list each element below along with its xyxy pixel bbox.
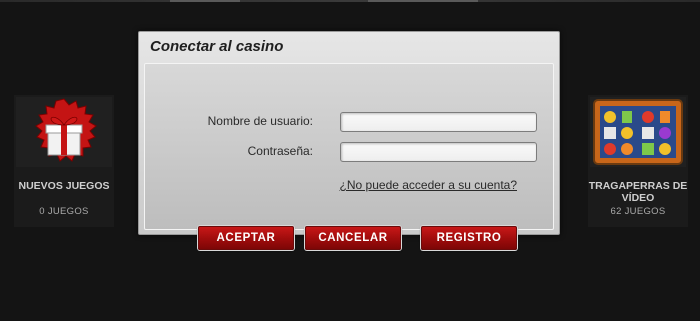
slot-machine-icon (590, 97, 686, 167)
category-tile-new-games[interactable]: NUEVOS JUEGOS 0 JUEGOS (14, 95, 114, 227)
category-name: TRAGAPERRAS DE VÍDEO (588, 180, 688, 204)
category-game-count: 62 JUEGOS (610, 206, 666, 217)
login-dialog: Conectar al casino Nombre de usuario: Co… (138, 31, 560, 250)
banner-highlight (368, 0, 478, 2)
gift-box-icon (16, 97, 112, 167)
category-game-count: 0 JUEGOS (39, 206, 89, 217)
category-tile-video-slots[interactable]: TRAGAPERRAS DE VÍDEO 62 JUEGOS (588, 95, 688, 227)
login-form: Nombre de usuario: Contraseña: ¿No puede… (144, 63, 554, 250)
password-label: Contraseña: (247, 144, 313, 158)
username-input[interactable] (340, 112, 537, 132)
category-name: NUEVOS JUEGOS (18, 180, 110, 192)
top-banner-strip (0, 0, 700, 2)
banner-highlight (170, 0, 240, 2)
cancel-button[interactable]: CANCELAR (305, 226, 401, 250)
username-label: Nombre de usuario: (207, 114, 313, 128)
accept-button[interactable]: ACEPTAR (198, 226, 294, 250)
register-button[interactable]: REGISTRO (421, 226, 517, 250)
password-input[interactable] (340, 142, 537, 162)
dialog-title: Conectar al casino (150, 38, 284, 55)
forgot-account-link[interactable]: ¿No puede acceder a su cuenta? (340, 178, 517, 192)
